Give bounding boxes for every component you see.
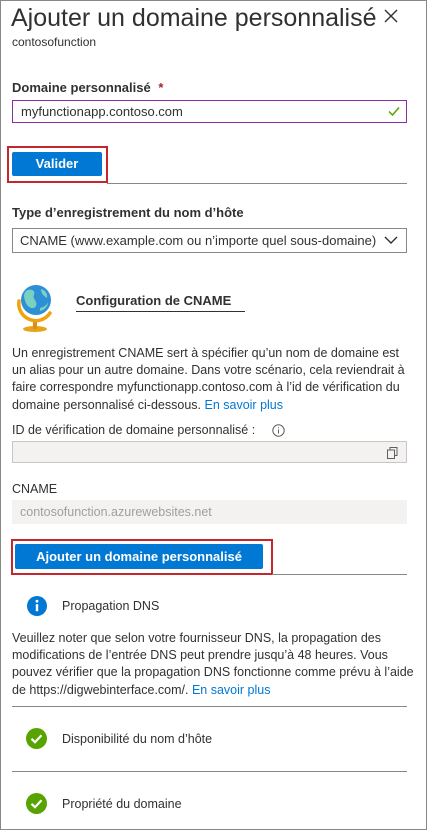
custom-domain-label: Domaine personnalisé * (12, 80, 163, 95)
close-icon[interactable] (383, 8, 399, 24)
copy-icon[interactable] (387, 447, 398, 459)
hostname-record-label: Type d’enregistrement du nom d’hôte (12, 205, 244, 220)
success-check-icon (26, 793, 47, 814)
success-check-icon (26, 728, 47, 749)
section-divider (12, 706, 407, 707)
app-name-subtitle: contosofunction (12, 35, 97, 49)
validate-button[interactable]: Valider (12, 152, 102, 176)
hostname-record-select[interactable]: CNAME (www.example.com ou n’importe quel… (12, 228, 407, 253)
chevron-down-icon (384, 236, 398, 244)
required-mark: * (158, 80, 164, 95)
cname-value: contosofunction.azurewebsites.net (20, 505, 212, 519)
dns-learn-more-link[interactable]: En savoir plus (192, 683, 271, 697)
info-icon (27, 596, 47, 616)
custom-domain-input[interactable]: myfunctionapp.contoso.com (12, 100, 407, 123)
cname-value-field[interactable]: contosofunction.azurewebsites.net (12, 500, 407, 524)
verification-id-label: ID de vérification de domaine personnali… (12, 423, 255, 437)
cname-heading-underline (76, 311, 245, 312)
cname-description: Un enregistrement CNAME sert à spécifier… (12, 345, 414, 414)
custom-domain-input-value: myfunctionapp.contoso.com (21, 104, 183, 119)
section-divider (107, 183, 407, 184)
hostname-availability-label: Disponibilité du nom d’hôte (62, 732, 213, 746)
checkmark-icon (388, 107, 400, 117)
cname-config-heading: Configuration de CNAME (76, 293, 232, 308)
globe-icon (17, 285, 52, 332)
cname-learn-more-link[interactable]: En savoir plus (204, 398, 283, 412)
hostname-record-selected: CNAME (www.example.com ou n’importe quel… (20, 233, 377, 248)
custom-domain-label-text: Domaine personnalisé (12, 80, 151, 95)
dns-propagation-title: Propagation DNS (62, 599, 160, 613)
info-tooltip-icon[interactable] (272, 424, 285, 437)
domain-ownership-label: Propriété du domaine (62, 797, 182, 811)
page-title: Ajouter un domaine personnalisé (11, 4, 377, 32)
section-divider (12, 771, 407, 772)
section-divider (272, 574, 407, 575)
verification-id-label-text: ID de vérification de domaine personnali… (12, 423, 256, 437)
add-custom-domain-button[interactable]: Ajouter un domaine personnalisé (15, 544, 263, 569)
cname-label: CNAME (12, 482, 58, 496)
verification-id-field[interactable] (12, 441, 407, 463)
dns-description: Veuillez noter que selon votre fournisse… (12, 630, 415, 699)
